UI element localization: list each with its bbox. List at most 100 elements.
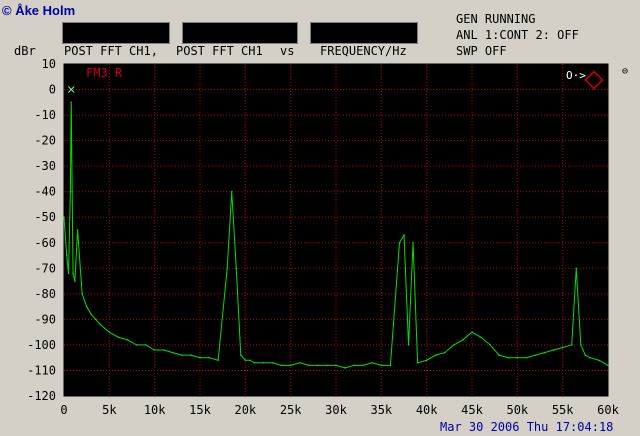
timestamp: Mar 30 2006 Thu 17:04:18 bbox=[440, 420, 614, 434]
x-tick-label: 45k bbox=[461, 403, 483, 417]
y-tick-label: -120 bbox=[27, 389, 56, 403]
data-point bbox=[589, 356, 591, 359]
data-point bbox=[570, 344, 573, 346]
data-point bbox=[561, 346, 564, 349]
data-point bbox=[371, 362, 374, 364]
y-tick-label: -90 bbox=[34, 312, 56, 326]
data-point bbox=[598, 359, 600, 362]
data-point bbox=[416, 362, 419, 364]
data-point bbox=[471, 331, 473, 333]
data-point bbox=[353, 364, 355, 367]
data-point bbox=[575, 267, 578, 270]
data-point bbox=[70, 101, 73, 104]
data-point bbox=[244, 359, 247, 362]
x-tick-label: 55k bbox=[552, 403, 574, 417]
data-point bbox=[117, 336, 120, 339]
data-point bbox=[308, 364, 310, 367]
x-tick-label: 10k bbox=[144, 403, 166, 417]
x-tick-label: 20k bbox=[234, 403, 256, 417]
data-point bbox=[552, 349, 555, 351]
data-point bbox=[226, 267, 228, 270]
data-point bbox=[534, 354, 537, 356]
data-point bbox=[271, 362, 274, 364]
x-tick-label: 35k bbox=[370, 403, 392, 417]
marker-indicator: O·> bbox=[566, 69, 586, 82]
data-point bbox=[67, 272, 70, 275]
data-point bbox=[181, 354, 183, 356]
data-point bbox=[90, 313, 92, 316]
data-point bbox=[81, 293, 83, 295]
data-point bbox=[199, 356, 201, 359]
data-point bbox=[434, 354, 437, 356]
data-point bbox=[317, 364, 319, 367]
data-point bbox=[99, 323, 102, 326]
data-point bbox=[584, 354, 587, 356]
x-tick-label: 40k bbox=[416, 403, 438, 417]
data-point bbox=[262, 362, 265, 364]
y-tick-label: -80 bbox=[34, 287, 56, 301]
data-point bbox=[425, 359, 428, 362]
data-point bbox=[108, 331, 111, 333]
data-point bbox=[217, 359, 219, 362]
data-point bbox=[453, 344, 455, 346]
data-point bbox=[498, 354, 501, 356]
fft-chart: 0 5k 10k 15k 20k 25k 30k 35k 40k 45k 50k 55k 60k100-… bbox=[27, 57, 620, 417]
data-point bbox=[607, 364, 609, 367]
data-point bbox=[63, 216, 65, 219]
data-point bbox=[94, 318, 97, 321]
data-point bbox=[403, 234, 405, 236]
y-tick-label: -50 bbox=[34, 210, 56, 224]
data-point bbox=[153, 349, 156, 351]
data-point bbox=[580, 344, 582, 346]
data-point bbox=[335, 364, 337, 367]
data-point bbox=[144, 344, 147, 346]
data-point bbox=[253, 362, 256, 364]
data-point bbox=[249, 359, 251, 362]
y-tick-label: -70 bbox=[34, 261, 56, 275]
x-tick-label: 25k bbox=[280, 403, 302, 417]
x-tick-label: 60k bbox=[597, 403, 619, 417]
data-point bbox=[480, 336, 482, 339]
data-point bbox=[398, 241, 401, 244]
data-point bbox=[444, 351, 446, 354]
y-tick-label: -30 bbox=[34, 159, 56, 173]
x-tick-label: 5k bbox=[102, 403, 117, 417]
data-point bbox=[362, 364, 365, 367]
data-point bbox=[172, 351, 174, 354]
data-point bbox=[507, 356, 510, 359]
y-tick-label: -110 bbox=[27, 363, 56, 377]
data-point bbox=[162, 349, 165, 351]
data-point bbox=[543, 351, 546, 354]
x-tick-label: 30k bbox=[325, 403, 347, 417]
y-tick-label: -60 bbox=[34, 236, 56, 250]
data-point bbox=[235, 267, 238, 270]
data-point bbox=[74, 280, 76, 282]
y-tick-label: -10 bbox=[34, 108, 56, 122]
data-point bbox=[462, 339, 464, 341]
data-point bbox=[380, 364, 383, 367]
data-point bbox=[289, 364, 292, 367]
data-point bbox=[389, 364, 392, 367]
y-tick-label: -20 bbox=[34, 134, 56, 148]
data-point bbox=[489, 344, 491, 346]
x-tick-label: 15k bbox=[189, 403, 211, 417]
data-point bbox=[298, 362, 301, 364]
data-point bbox=[326, 364, 328, 367]
data-point bbox=[525, 356, 528, 359]
x-tick-label: 0 bbox=[60, 403, 67, 417]
data-point bbox=[208, 356, 210, 359]
x-tick-label: 50k bbox=[506, 403, 528, 417]
data-point bbox=[230, 190, 233, 193]
data-point bbox=[76, 229, 79, 231]
data-point bbox=[72, 272, 74, 275]
data-point bbox=[280, 364, 283, 367]
data-point bbox=[240, 354, 242, 356]
y-tick-label: -100 bbox=[27, 338, 56, 352]
data-point bbox=[85, 305, 88, 308]
data-point bbox=[69, 190, 72, 193]
data-point bbox=[65, 254, 68, 257]
data-point bbox=[190, 354, 192, 356]
data-point bbox=[71, 190, 73, 193]
y-tick-label: 0 bbox=[49, 83, 56, 97]
data-point bbox=[412, 241, 414, 244]
